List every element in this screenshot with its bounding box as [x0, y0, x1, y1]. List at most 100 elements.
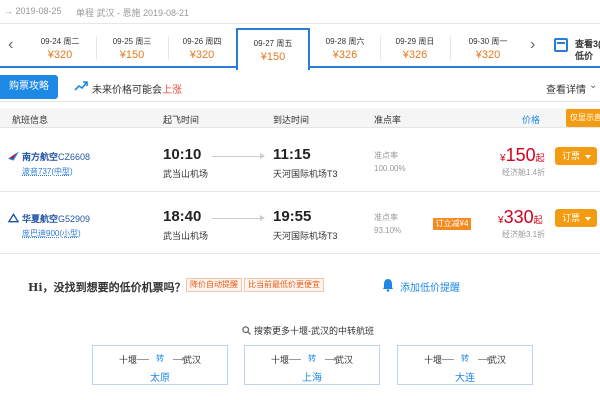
ticket-guide-tab[interactable]: 购票攻略: [0, 75, 58, 99]
aircraft-type[interactable]: 庞巴迪900(小型): [22, 228, 81, 239]
price-value: 150: [505, 145, 536, 165]
transfer-via-label: 转: [461, 354, 469, 363]
transfer-to: 武汉: [182, 355, 201, 365]
date-price: ¥150: [119, 49, 145, 61]
header-price-sort[interactable]: 价格: [522, 113, 540, 126]
date-label: 09-27 周五: [253, 39, 293, 48]
route-summary: 单程 武汉 - 恩施 2019-08-21: [76, 8, 190, 18]
book-button[interactable]: 订票: [555, 147, 597, 165]
flight-number: CZ6608: [58, 152, 91, 162]
depart-airport: 武当山机场: [163, 231, 209, 241]
trend-up-icon: [74, 81, 88, 91]
price-value: 330: [503, 207, 534, 227]
chongqing-airline-logo-icon: [8, 213, 19, 223]
calendar-icon[interactable]: [554, 38, 568, 52]
transfer-via-label: 转: [156, 354, 164, 363]
add-price-alert-link[interactable]: 添加低价提醒: [400, 279, 460, 294]
transfer-to: 武汉: [487, 355, 506, 365]
price-suffix: 起: [535, 153, 545, 163]
depart-time: 10:10: [163, 146, 202, 163]
trend-prefix: 未来价格可能会: [92, 85, 162, 96]
date-label: 09-26 周四: [182, 37, 222, 46]
depart-time: 18:40: [163, 208, 202, 225]
price-trend-text: 未来价格可能会上涨: [92, 81, 182, 96]
arrive-time: 11:15: [273, 146, 311, 163]
date-cell[interactable]: 09-29 周日 ¥326: [380, 28, 450, 68]
chevron-right-icon[interactable]: ›: [530, 36, 535, 54]
on-time-label: 准点率: [374, 151, 398, 160]
date-price: ¥326: [332, 49, 358, 61]
date-price: ¥150: [260, 51, 286, 63]
line: [137, 359, 149, 360]
date-price: ¥326: [402, 49, 428, 61]
airline-label: 华夏航空: [22, 214, 59, 224]
transfer-via-city: 大连: [455, 373, 475, 384]
price-suffix: 起: [533, 215, 543, 225]
top-breadcrumb-bar: → 2019-08-25 单程 武汉 - 恩施 2019-08-21: [0, 0, 600, 24]
line: [442, 359, 454, 360]
header-on-time[interactable]: 准点率: [374, 113, 401, 126]
transfer-via-city: 上海: [302, 373, 322, 384]
transfer-option[interactable]: 十堰 转 武汉 上海: [244, 345, 380, 385]
date-price: ¥320: [189, 49, 215, 61]
view-detail-link[interactable]: 查看详情: [546, 81, 586, 96]
price: ¥150起: [500, 145, 545, 166]
airline-name: 华夏航空G52909: [22, 212, 90, 225]
airline-name: 南方航空CZ6608: [22, 150, 90, 163]
date-cell[interactable]: 09-30 周一 ¥320: [450, 28, 526, 68]
transfer-from: 十堰: [119, 355, 138, 365]
date-cell[interactable]: 09-24 周二 ¥320: [24, 28, 96, 68]
header-arrive-time[interactable]: 到达时间: [273, 113, 309, 126]
aircraft-type[interactable]: 波音737(中型): [22, 166, 73, 177]
china-southern-logo-icon: [8, 151, 19, 161]
flight-row: 南方航空CZ6608 波音737(中型) 10:10 武当山机场 11:15 天…: [0, 130, 600, 192]
transfer-via-label: 转: [308, 354, 316, 363]
on-time-value: 93.10%: [374, 226, 402, 235]
airline-label: 南方航空: [22, 152, 59, 162]
flight-row: 华夏航空G52909 庞巴迪900(小型) 18:40 武当山机场 19:55 …: [0, 192, 600, 254]
header-depart-time[interactable]: 起飞时间: [163, 113, 199, 126]
date-strip: ‹ 09-24 周二 ¥320 09-25 周三 ¥150 09-26 周四 ¥…: [0, 28, 600, 70]
flight-arrow: [212, 153, 265, 159]
depart-airport: 武当山机场: [163, 169, 209, 179]
calendar-lowprice-link[interactable]: 查看3( 低价: [575, 38, 600, 62]
date-cell-selected[interactable]: 09-27 周五 ¥150: [236, 28, 310, 70]
low-price-title: Hi，没找到想要的低价机票吗？: [28, 281, 186, 294]
chevron-down-icon[interactable]: ⌄: [589, 80, 597, 91]
trend-highlight: 上涨: [162, 85, 182, 96]
date-cell[interactable]: 09-25 周三 ¥150: [96, 28, 168, 68]
date-price: ¥320: [475, 49, 501, 61]
direct-only-button[interactable]: 仅显示直: [566, 109, 600, 127]
date-label: 09-29 周日: [395, 37, 435, 46]
on-time-label: 准点率: [374, 213, 398, 222]
transfer-from: 十堰: [424, 355, 443, 365]
arrive-time: 19:55: [273, 208, 312, 225]
discount-text: 经济舱1.4折: [502, 168, 546, 177]
transfer-via-city: 太原: [150, 373, 170, 384]
date-label: 09-24 周二: [40, 37, 80, 46]
return-date-text: → 2019-08-25: [4, 6, 62, 16]
date-cell[interactable]: 09-28 周六 ¥326: [310, 28, 380, 68]
arrive-airport: 天河国际机场T3: [273, 169, 338, 179]
header-flight-info: 航班信息: [12, 115, 49, 125]
chevron-left-icon[interactable]: ‹: [8, 36, 13, 54]
date-price: ¥320: [47, 49, 73, 61]
book-button[interactable]: 订票: [555, 209, 597, 227]
calendar-text-line1: 查看3(: [575, 39, 600, 49]
flight-arrow: [212, 215, 265, 221]
transfer-option[interactable]: 十堰 转 武汉 大连: [397, 345, 533, 385]
date-cell[interactable]: 09-26 周四 ¥320: [168, 28, 236, 68]
flight-number: G52909: [58, 214, 91, 224]
date-label: 09-30 周一: [468, 37, 508, 46]
search-transfer-link[interactable]: 搜索更多十堰-武汉的中转航班: [254, 324, 374, 337]
line: [289, 359, 301, 360]
transfer-option[interactable]: 十堰 转 武汉 太原: [92, 345, 228, 385]
transfer-from: 十堰: [271, 355, 290, 365]
tag-cheaper: 比当前最低价更便宜: [244, 278, 324, 292]
bell-icon[interactable]: [382, 278, 394, 292]
info-bar: 购票攻略 未来价格可能会上涨 查看详情 ⌄: [0, 72, 600, 102]
discount-text: 经济舱3.1折: [502, 230, 546, 239]
date-label: 09-28 周六: [325, 37, 365, 46]
transfer-to: 武汉: [334, 355, 353, 365]
arrive-airport: 天河国际机场T3: [273, 231, 338, 241]
